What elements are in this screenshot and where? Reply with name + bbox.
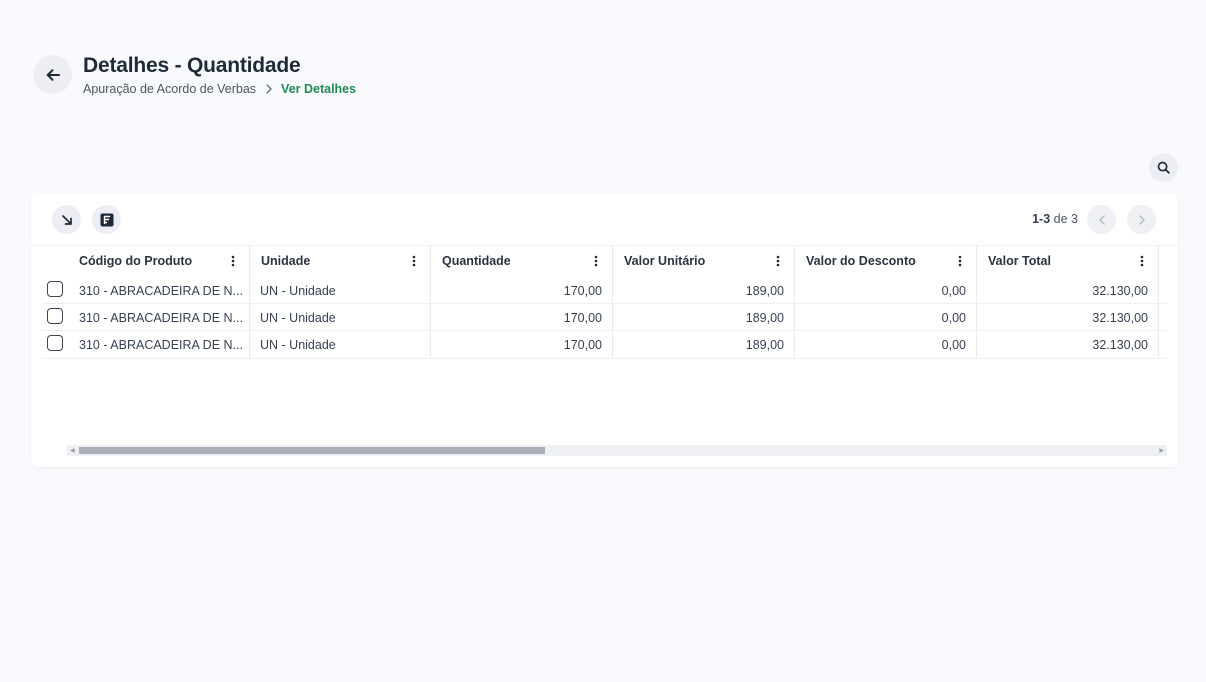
pagination-range: 1-3 — [1032, 212, 1051, 226]
table-row[interactable]: 310 - ABRACADEIRA DE N... UN - Unidade 1… — [42, 304, 1167, 331]
column-label: Unidade — [261, 254, 311, 268]
breadcrumb-parent[interactable]: Apuração de Acordo de Verbas — [83, 82, 256, 96]
cell-quantidade: 170,00 — [563, 283, 602, 298]
cell-unidade: UN - Unidade — [260, 310, 336, 325]
cell-valor-unitario: 189,00 — [745, 283, 784, 298]
cell-valor-desconto: 0,00 — [941, 283, 966, 298]
scroll-right-icon[interactable]: ▶ — [1159, 448, 1164, 454]
cell-quantidade: 170,00 — [563, 310, 602, 325]
scrollbar-thumb[interactable] — [79, 447, 545, 454]
horizontal-scrollbar[interactable]: ◀ ▶ — [67, 445, 1167, 456]
cell-valor-total: 32.130,00 — [1092, 310, 1148, 325]
table-header: Código do Produto Unidade Quantidade Val… — [31, 246, 1167, 276]
more-vertical-icon[interactable] — [776, 255, 780, 267]
column-divider — [249, 246, 250, 276]
next-page-button[interactable] — [1127, 205, 1156, 234]
table-row[interactable]: 310 - ABRACADEIRA DE N... UN - Unidade 1… — [42, 277, 1167, 304]
export-button[interactable] — [92, 205, 121, 234]
pagination-total: de 3 — [1053, 212, 1078, 226]
row-checkbox[interactable] — [47, 308, 63, 324]
cell-quantidade: 170,00 — [563, 337, 602, 352]
more-vertical-icon[interactable] — [1140, 255, 1144, 267]
search-button[interactable] — [1149, 153, 1178, 182]
chevron-left-icon — [1098, 214, 1105, 225]
arrow-left-icon — [46, 68, 60, 81]
cell-unidade: UN - Unidade — [260, 337, 336, 352]
row-checkbox[interactable] — [47, 335, 63, 351]
breadcrumb-current: Ver Detalhes — [281, 82, 357, 96]
previous-page-button[interactable] — [1087, 205, 1116, 234]
cell-produto: 310 - ABRACADEIRA DE N... — [79, 310, 243, 325]
table-card: 1-3 de 3 Código do Produto Unidade Quant… — [31, 194, 1178, 467]
cell-valor-unitario: 189,00 — [745, 337, 784, 352]
chevron-right-icon — [265, 84, 273, 94]
more-vertical-icon[interactable] — [412, 255, 416, 267]
breadcrumb: Apuração de Acordo de Verbas Ver Detalhe… — [83, 81, 356, 97]
expand-button[interactable] — [52, 205, 81, 234]
more-vertical-icon[interactable] — [958, 255, 962, 267]
column-header-valor-desconto[interactable]: Valor do Desconto — [794, 246, 976, 276]
column-label: Valor do Desconto — [806, 254, 916, 268]
table-row[interactable]: 310 - ABRACADEIRA DE N... UN - Unidade 1… — [42, 331, 1167, 359]
column-header-produto[interactable]: Código do Produto — [67, 246, 249, 276]
cell-valor-total: 32.130,00 — [1092, 337, 1148, 352]
column-label: Valor Unitário — [624, 254, 706, 268]
cell-valor-desconto: 0,00 — [941, 310, 966, 325]
pagination-info: 1-3 de 3 — [1032, 212, 1078, 226]
scroll-left-icon[interactable]: ◀ — [70, 448, 75, 454]
cell-valor-unitario: 189,00 — [745, 310, 784, 325]
search-icon — [1157, 161, 1170, 174]
page-title: Detalhes - Quantidade — [83, 54, 301, 77]
column-header-valor-total[interactable]: Valor Total — [976, 246, 1158, 276]
column-header-valor-unitario[interactable]: Valor Unitário — [612, 246, 794, 276]
column-label: Valor Total — [988, 254, 1051, 268]
arrow-down-right-icon — [61, 214, 72, 225]
column-header-quantidade[interactable]: Quantidade — [430, 246, 612, 276]
cell-unidade: UN - Unidade — [260, 283, 336, 298]
more-vertical-icon[interactable] — [231, 255, 235, 267]
column-header-unidade[interactable]: Unidade — [249, 246, 430, 276]
cell-valor-desconto: 0,00 — [941, 337, 966, 352]
more-vertical-icon[interactable] — [594, 255, 598, 267]
column-label: Código do Produto — [79, 254, 193, 268]
column-label: Quantidade — [442, 254, 511, 268]
cell-valor-total: 32.130,00 — [1092, 283, 1148, 298]
chevron-right-icon — [1138, 214, 1145, 225]
back-button[interactable] — [33, 55, 72, 94]
cell-produto: 310 - ABRACADEIRA DE N... — [79, 283, 243, 298]
spreadsheet-icon — [100, 213, 113, 226]
cell-produto: 310 - ABRACADEIRA DE N... — [79, 337, 243, 352]
row-checkbox[interactable] — [47, 281, 63, 297]
